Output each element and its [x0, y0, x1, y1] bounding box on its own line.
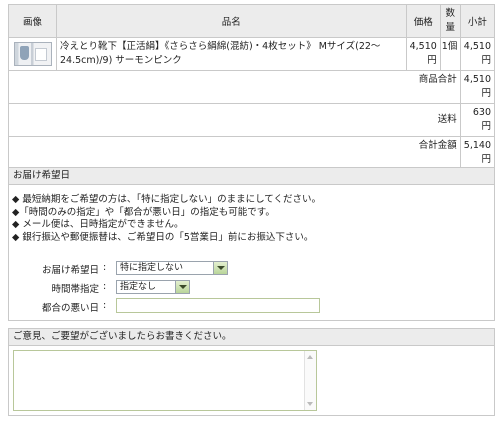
- grand-total-value: 5,140円: [459, 136, 496, 170]
- delivery-notes: ◆ 最短納期をご希望の方は、「特に指定しない」のままにしてください。 ◆「時間の…: [9, 185, 494, 244]
- product-total-value: 4,510円: [459, 70, 496, 104]
- cart-header-row: 画像 品名 価格 数量 小計: [8, 4, 496, 38]
- shipping-row: 送料 630円: [8, 103, 496, 137]
- header-name: 品名: [56, 4, 407, 38]
- header-subtotal: 小計: [459, 4, 496, 38]
- item-name: 冷えとり靴下【正活絹】《さらさら絹綿(混紡)・4枚セット》 Mサイズ(22〜24…: [56, 37, 407, 71]
- delivery-note: ◆ 最短納期をご希望の方は、「特に指定しない」のままにしてください。: [12, 194, 322, 205]
- comments-textarea[interactable]: [13, 350, 317, 411]
- time-colon: :: [103, 281, 107, 292]
- header-price: 価格: [405, 4, 441, 38]
- product-thumbnail[interactable]: [13, 42, 52, 66]
- date-colon: :: [103, 262, 107, 273]
- bad-day-input[interactable]: [116, 298, 320, 313]
- cart-item-row: 冷えとり靴下【正活絹】《さらさら絹綿(混紡)・4枚セット》 Mサイズ(22〜24…: [8, 37, 496, 71]
- header-qty: 数量: [439, 4, 461, 38]
- delivery-note: ◆ メール便は、日時指定ができません。: [12, 219, 184, 230]
- textarea-scrollbar[interactable]: [304, 351, 316, 410]
- shipping-value: 630円: [459, 103, 496, 137]
- delivery-date-select[interactable]: 特に指定しない: [116, 261, 228, 275]
- cart-table: 画像 品名 価格 数量 小計 冷えとり靴下【正活絹】《さらさら絹綿(混紡)・4枚…: [8, 4, 496, 170]
- chevron-down-icon[interactable]: [175, 281, 189, 293]
- date-label: お届け希望日: [41, 265, 99, 276]
- item-price: 4,510円: [405, 37, 441, 71]
- product-total-row: 商品合計 4,510円: [8, 70, 496, 104]
- bad-day-colon: :: [103, 300, 107, 311]
- comments-title: ご意見、ご要望がございましたらお書きください。: [9, 329, 494, 346]
- time-slot-value: 指定なし: [120, 282, 157, 292]
- comments-section: ご意見、ご要望がございましたらお書きください。: [8, 328, 495, 416]
- item-image-cell: [8, 37, 57, 71]
- bad-day-label: 都合の悪い日: [41, 303, 99, 314]
- delivery-note: ◆「時間のみの指定」や「都合が悪い日」の指定も可能です。: [12, 206, 275, 218]
- shipping-label: 送料: [8, 103, 461, 137]
- delivery-date-value: 特に指定しない: [120, 263, 184, 273]
- delivery-note: ◆ 銀行振込や郵便振替は、ご希望日の「5営業日」前にお振込下さい。: [12, 231, 314, 243]
- item-qty: 1個: [439, 37, 461, 71]
- scroll-up-icon[interactable]: [307, 355, 313, 359]
- chevron-down-icon[interactable]: [213, 262, 227, 274]
- scroll-down-icon[interactable]: [307, 402, 313, 406]
- item-subtotal: 4,510円: [459, 37, 496, 71]
- grand-total-label: 合計金額: [8, 136, 461, 170]
- delivery-section: お届け希望日 ◆ 最短納期をご希望の方は、「特に指定しない」のままにしてください…: [8, 167, 495, 321]
- delivery-title: お届け希望日: [9, 168, 494, 185]
- grand-total-row: 合計金額 5,140円: [8, 136, 496, 170]
- time-label: 時間帯指定: [51, 284, 99, 295]
- product-total-label: 商品合計: [8, 70, 461, 104]
- header-image: 画像: [8, 4, 57, 38]
- time-slot-select[interactable]: 指定なし: [116, 280, 190, 294]
